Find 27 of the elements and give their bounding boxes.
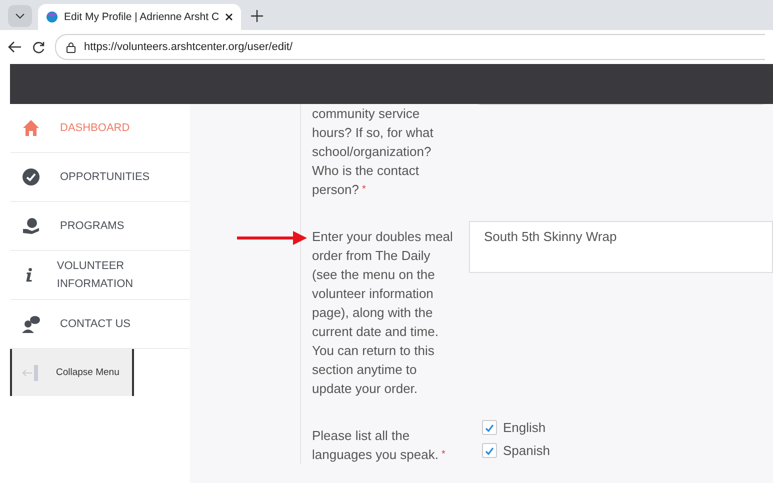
collapse-menu-button[interactable]: Collapse Menu [10,349,134,396]
checkbox[interactable] [482,420,497,435]
reload-icon[interactable] [32,40,45,54]
checkbox-label: Spanish [503,443,550,458]
tab-list-button[interactable] [8,5,32,27]
checkmark-icon [485,424,494,432]
question-label: Please list all the languages you speak. * [312,427,446,464]
url-text: https://volunteers.arshtcenter.org/user/edit/ [84,41,293,53]
close-icon[interactable] [225,13,234,21]
back-icon[interactable] [8,41,22,53]
new-tab-icon[interactable] [251,10,264,22]
chevron-down-icon [15,13,25,19]
address-bar[interactable]: https://volunteers.arshtcenter.org/user/edit/ [55,34,765,60]
question-label: community service hours? If so, for what school/organization? Who is the contact person? * [312,105,434,199]
collapse-arrow-icon [22,364,40,382]
lock-icon [66,42,76,52]
site-favicon-icon [46,11,58,23]
question-label: Enter your doubles meal order from The Daily (see the menu on the volunteer information page), along with the current date and time. You can return to this section anytime to update your order. [312,228,454,398]
meal-order-field[interactable]: South 5th Skinny Wrap [469,221,773,273]
person-speech-icon [22,315,40,333]
home-icon [22,119,40,137]
check-circle-icon [22,168,40,186]
hand-globe-icon [22,217,40,235]
checkmark-icon [485,446,494,454]
checkbox-label: English [503,420,546,435]
browser-tab[interactable]: Edit My Profile | Adrienne Arsht C [38,4,242,30]
checkbox[interactable] [482,443,497,458]
